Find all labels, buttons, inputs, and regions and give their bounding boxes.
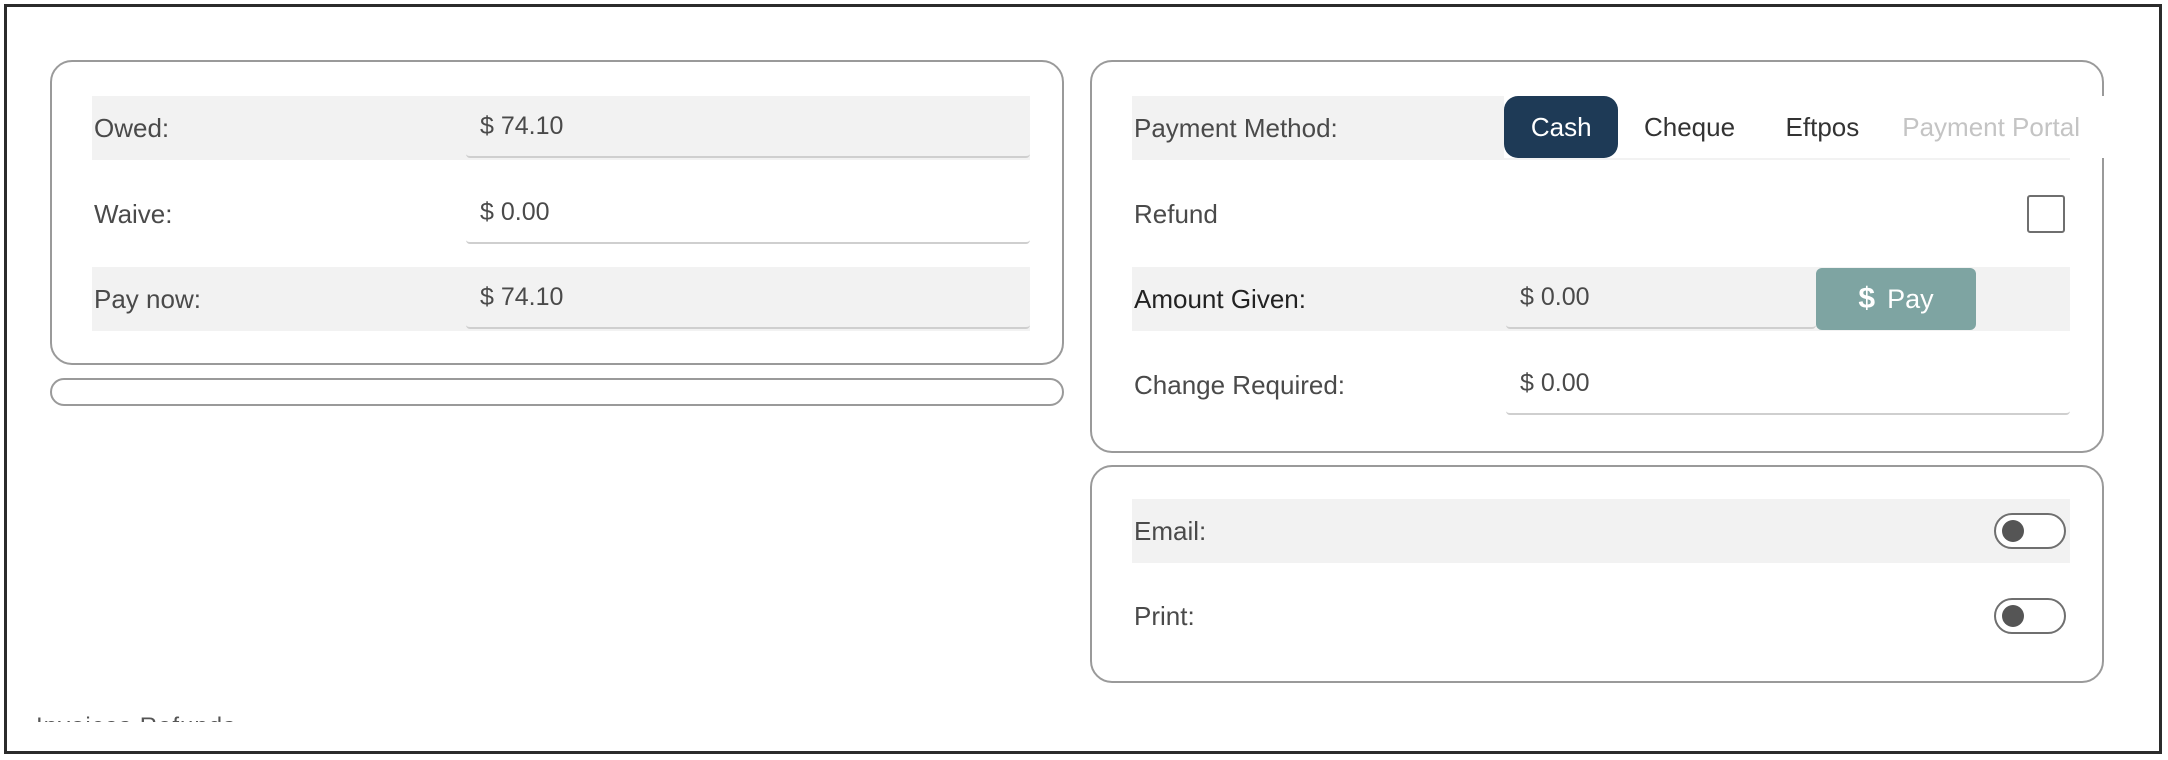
method-cash-button[interactable]: Cash — [1504, 96, 1619, 158]
pay-now-value: $ 74.10 — [466, 267, 1030, 329]
email-row: Email: — [1132, 499, 2070, 563]
print-toggle[interactable] — [1994, 598, 2066, 634]
refund-row: Refund — [1132, 182, 2070, 246]
payment-card: Payment Method: Cash Cheque Eftpos Payme… — [1090, 60, 2104, 453]
change-required-label: Change Required: — [1134, 369, 1346, 400]
refund-checkbox[interactable] — [2027, 195, 2065, 233]
bottom-tabs-cutoff[interactable]: Invoices Refunds — [36, 712, 236, 722]
email-label: Email: — [1134, 515, 1207, 546]
amounts-card: Owed: $ 74.10 Waive: $ 0.00 Pay now: $ 7… — [50, 60, 1064, 365]
print-label: Print: — [1134, 600, 1195, 631]
waive-label: Waive: — [94, 198, 173, 229]
method-eftpos-button[interactable]: Eftpos — [1761, 96, 1885, 158]
amount-given-input[interactable]: $ 0.00 — [1506, 267, 1816, 329]
owed-value: $ 74.10 — [466, 96, 1030, 158]
refund-label: Refund — [1134, 198, 1218, 229]
change-required-value: $ 0.00 — [1506, 353, 2070, 415]
pay-now-label: Pay now: — [94, 283, 201, 314]
email-toggle[interactable] — [1994, 513, 2066, 549]
print-toggle-knob — [2002, 605, 2024, 627]
dollar-icon: $ — [1858, 282, 1876, 315]
amount-given-label: Amount Given: — [1134, 283, 1306, 314]
empty-bar — [50, 378, 1064, 406]
method-cheque-button[interactable]: Cheque — [1618, 96, 1760, 158]
receipt-card: Email: Print: — [1090, 465, 2104, 683]
pay-button-label: Pay — [1887, 283, 1934, 314]
method-payment-portal-button: Payment Portal — [1902, 111, 2080, 142]
print-row: Print: — [1132, 584, 2070, 648]
payment-method-selector: Cash Cheque Eftpos Payment Portal — [1504, 96, 2104, 158]
pay-button[interactable]: $ Pay — [1816, 268, 1976, 330]
owed-label: Owed: — [94, 112, 170, 143]
waive-input[interactable]: $ 0.00 — [466, 182, 1030, 244]
payment-method-label: Payment Method: — [1134, 112, 1338, 143]
email-toggle-knob — [2002, 520, 2024, 542]
